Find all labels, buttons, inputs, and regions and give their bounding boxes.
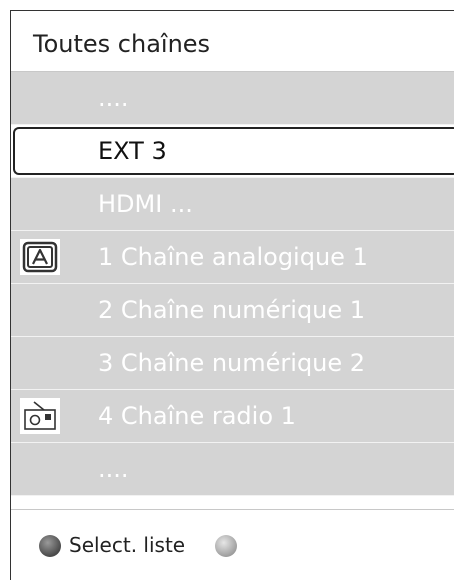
- gray-button-icon[interactable]: [39, 535, 61, 557]
- list-item[interactable]: ....: [11, 72, 454, 125]
- radio-icon: [20, 398, 60, 434]
- header: Toutes chaînes: [11, 11, 454, 72]
- channel-list-panel: Toutes chaînes .... EXT 3 HDMI ... 1 Cha…: [10, 10, 454, 580]
- light-gray-button-icon[interactable]: [215, 535, 237, 557]
- list-item-label: ....: [98, 455, 129, 483]
- list-item[interactable]: 1 Chaîne analogique 1: [11, 231, 454, 284]
- list-item-label: EXT 3: [98, 137, 167, 165]
- analog-a-icon: [20, 239, 60, 275]
- footer: Select. liste: [11, 509, 454, 580]
- list-item[interactable]: HDMI ...: [11, 178, 454, 231]
- list-item[interactable]: ....: [11, 443, 454, 496]
- channel-list: .... EXT 3 HDMI ... 1 Chaîne analogique …: [11, 72, 454, 496]
- list-item-label: ....: [98, 84, 129, 112]
- list-item[interactable]: 4 Chaîne radio 1: [11, 390, 454, 443]
- list-item-label: 1 Chaîne analogique 1: [98, 243, 368, 271]
- list-item-label: HDMI ...: [98, 190, 193, 218]
- list-item[interactable]: 2 Chaîne numérique 1: [11, 284, 454, 337]
- list-item[interactable]: 3 Chaîne numérique 2: [11, 337, 454, 390]
- list-item-label: 4 Chaîne radio 1: [98, 402, 296, 430]
- list-item-selected[interactable]: EXT 3: [11, 125, 454, 178]
- list-item-label: 3 Chaîne numérique 2: [98, 349, 366, 377]
- list-item-label: 2 Chaîne numérique 1: [98, 296, 366, 324]
- page-title: Toutes chaînes: [33, 30, 211, 58]
- select-list-label: Select. liste: [69, 533, 186, 557]
